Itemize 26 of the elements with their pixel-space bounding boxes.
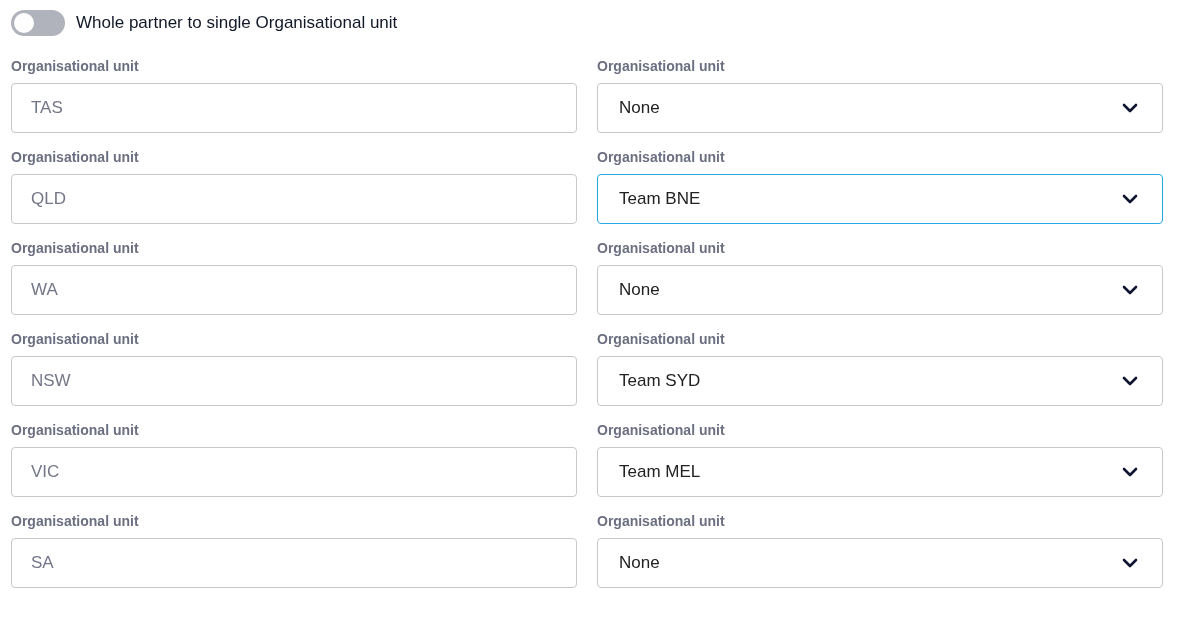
select-field[interactable]: Team BNE	[597, 174, 1163, 224]
field-label: Organisational unit	[597, 513, 726, 529]
toggle-switch[interactable]	[11, 10, 65, 36]
field-label: Organisational unit	[597, 331, 726, 347]
select-field[interactable]: None	[597, 538, 1163, 588]
field-label: Organisational unit	[11, 58, 140, 74]
toggle-label: Whole partner to single Organisational unit	[76, 13, 398, 33]
field-label: Organisational unit	[597, 149, 726, 165]
chevron-down-icon	[1122, 467, 1138, 477]
field-label: Organisational unit	[597, 240, 726, 256]
chevron-down-icon	[1122, 194, 1138, 204]
select-field[interactable]: None	[597, 265, 1163, 315]
field-label: Organisational unit	[11, 331, 140, 347]
field-label: Organisational unit	[597, 422, 726, 438]
select-field[interactable]: Team MEL	[597, 447, 1163, 497]
field-label: Organisational unit	[597, 58, 726, 74]
field-label: Organisational unit	[11, 513, 140, 529]
select-field[interactable]: None	[597, 83, 1163, 133]
chevron-down-icon	[1122, 285, 1138, 295]
chevron-down-icon	[1122, 558, 1138, 568]
field-label: Organisational unit	[11, 240, 140, 256]
chevron-down-icon	[1122, 103, 1138, 113]
field-label: Organisational unit	[11, 422, 140, 438]
chevron-down-icon	[1122, 376, 1138, 386]
select-field[interactable]: Team SYD	[597, 356, 1163, 406]
field-label: Organisational unit	[11, 149, 140, 165]
